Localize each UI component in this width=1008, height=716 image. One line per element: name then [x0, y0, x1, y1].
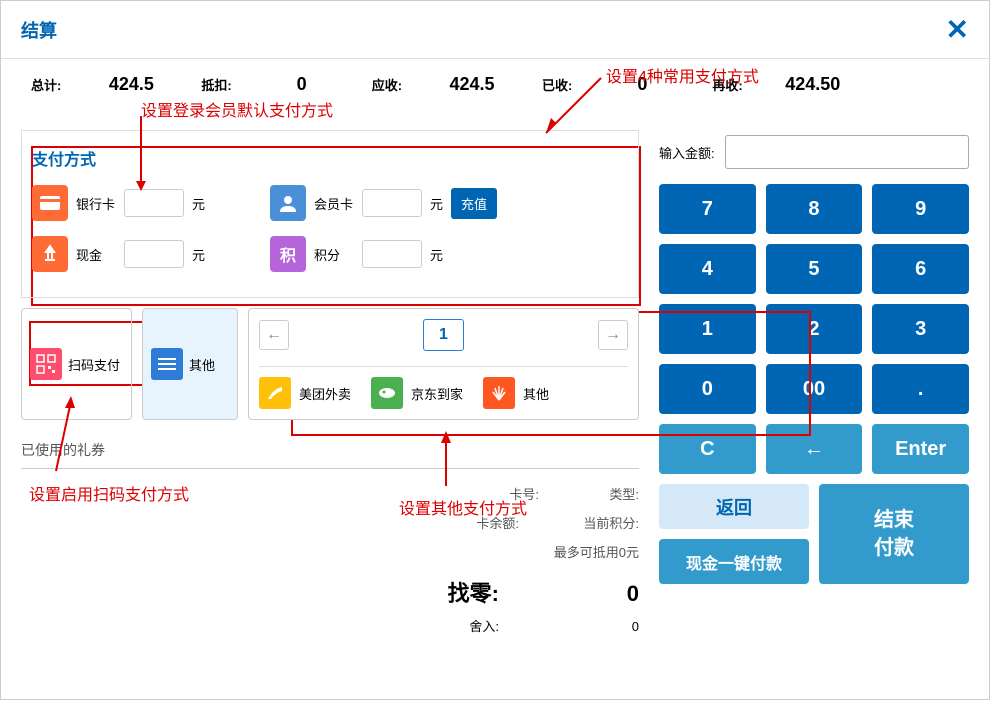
payment-bank[interactable]: 银行卡 元 [32, 185, 205, 221]
back-button[interactable]: 返回 [659, 484, 809, 529]
payment-label: 积分 [314, 245, 354, 264]
annotation-text: 设置登录会员默认支付方式 [141, 97, 333, 121]
other-jd[interactable]: 京东到家 [371, 377, 463, 409]
unit-label: 元 [430, 194, 443, 213]
should-value: 424.5 [432, 74, 512, 95]
type-label: 类型: [579, 484, 639, 503]
other-payment-popup: ← 1 → 美团外卖 京东到家 [248, 308, 639, 420]
payment-points[interactable]: 积 积分 元 [270, 236, 443, 272]
amount-input[interactable] [725, 135, 969, 169]
jd-icon [371, 377, 403, 409]
key-8[interactable]: 8 [766, 184, 863, 234]
key-4[interactable]: 4 [659, 244, 756, 294]
cash-pay-button[interactable]: 现金一键付款 [659, 539, 809, 584]
key-dot[interactable]: . [872, 364, 969, 414]
change-label: 找零: [448, 576, 499, 608]
close-icon[interactable]: ✕ [946, 13, 969, 46]
shell-icon [483, 377, 515, 409]
item-label: 美团外卖 [299, 384, 351, 403]
other-misc[interactable]: 其他 [483, 377, 549, 409]
qrcode-icon [30, 348, 62, 380]
payment-label: 扫码支付 [68, 355, 123, 374]
payment-input[interactable] [362, 189, 422, 217]
deduct-label: 抵扣: [201, 75, 231, 94]
max-deduct-label: 最多可抵用0元 [554, 542, 639, 561]
payment-label: 其他 [189, 355, 229, 374]
payment-label: 会员卡 [314, 194, 354, 213]
list-icon [151, 348, 183, 380]
page-title: 结算 [21, 17, 57, 43]
unit-label: 元 [430, 245, 443, 264]
payment-label: 银行卡 [76, 194, 116, 213]
payment-section-title: 支付方式 [32, 141, 628, 185]
payment-input[interactable] [362, 240, 422, 268]
payment-cash[interactable]: 现金 元 [32, 236, 205, 272]
unit-label: 元 [192, 194, 205, 213]
used-coupon-label: 已使用的礼券 [21, 440, 639, 469]
prev-page-button[interactable]: ← [259, 320, 289, 350]
remain-value: 424.50 [773, 74, 853, 95]
change-value: 0 [559, 581, 639, 607]
unit-label: 元 [192, 245, 205, 264]
payment-other[interactable]: 其他 [142, 308, 238, 420]
total-label: 总计: [31, 75, 61, 94]
payment-member[interactable]: 会员卡 元 充值 [270, 185, 497, 221]
curr-points-label: 当前积分: [559, 513, 639, 532]
key-3[interactable]: 3 [872, 304, 969, 354]
item-label: 京东到家 [411, 384, 463, 403]
page-number[interactable]: 1 [423, 319, 464, 351]
next-page-button[interactable]: → [598, 320, 628, 350]
annotation-text: 设置4种常用支付方式 [606, 63, 759, 87]
key-6[interactable]: 6 [872, 244, 969, 294]
key-5[interactable]: 5 [766, 244, 863, 294]
annotation-text: 设置启用扫码支付方式 [29, 481, 189, 505]
deduct-value: 0 [262, 74, 342, 95]
annotation-text: 设置其他支付方式 [399, 495, 527, 519]
meituan-icon [259, 377, 291, 409]
should-label: 应收: [372, 75, 402, 94]
total-value: 424.5 [91, 74, 171, 95]
recharge-button[interactable]: 充值 [451, 188, 497, 219]
payment-input[interactable] [124, 240, 184, 268]
round-label: 舍入: [469, 616, 499, 635]
payment-label: 现金 [76, 245, 116, 264]
round-value: 0 [559, 619, 639, 634]
item-label: 其他 [523, 384, 549, 403]
key-7[interactable]: 7 [659, 184, 756, 234]
other-meituan[interactable]: 美团外卖 [259, 377, 351, 409]
key-9[interactable]: 9 [872, 184, 969, 234]
key-enter[interactable]: Enter [872, 424, 969, 474]
finish-payment-button[interactable]: 结束 付款 [819, 484, 969, 584]
amount-label: 输入金额: [659, 143, 715, 162]
